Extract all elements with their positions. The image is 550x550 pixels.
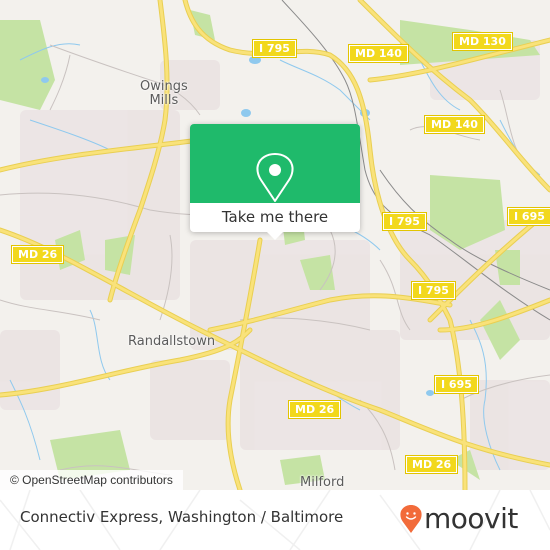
- moovit-wordmark: moovit: [424, 502, 518, 535]
- road-shield-md26: MD 26: [404, 455, 459, 474]
- place-label-owings-mills: Owings Mills: [140, 79, 188, 108]
- road-shield-md140: MD 140: [348, 44, 409, 63]
- road-shield-md26: MD 26: [10, 245, 65, 264]
- osm-attribution[interactable]: © OpenStreetMap contributors: [0, 470, 183, 490]
- road-shield-i795: I 795: [411, 281, 456, 300]
- popup-pointer: [267, 232, 283, 240]
- footer-bar: Connectiv Express, Washington / Baltimor…: [0, 490, 550, 550]
- route-title: Connectiv Express, Washington / Baltimor…: [20, 508, 344, 526]
- map-view[interactable]: Owings Mills Randallstown Milford I 795 …: [0, 0, 550, 490]
- road-shield-md130: MD 130: [452, 32, 513, 51]
- place-label-milford: Milford: [300, 475, 345, 490]
- road-shield-i695: I 695: [434, 375, 479, 394]
- map-canvas: [0, 0, 550, 490]
- road-shield-i795: I 795: [382, 212, 427, 231]
- road-shield-md26: MD 26: [287, 400, 342, 419]
- road-shield-i695: I 695: [507, 207, 550, 226]
- take-me-there-popup[interactable]: Take me there: [190, 124, 360, 240]
- place-label-randallstown: Randallstown: [128, 334, 216, 349]
- moovit-pin-icon: [400, 505, 422, 533]
- take-me-there-button[interactable]: Take me there: [190, 203, 360, 232]
- moovit-logo[interactable]: moovit: [400, 504, 518, 534]
- road-shield-i795: I 795: [252, 39, 297, 58]
- popup-header: [190, 124, 360, 203]
- road-shield-md140: MD 140: [424, 115, 485, 134]
- map-pin-icon: [256, 153, 294, 202]
